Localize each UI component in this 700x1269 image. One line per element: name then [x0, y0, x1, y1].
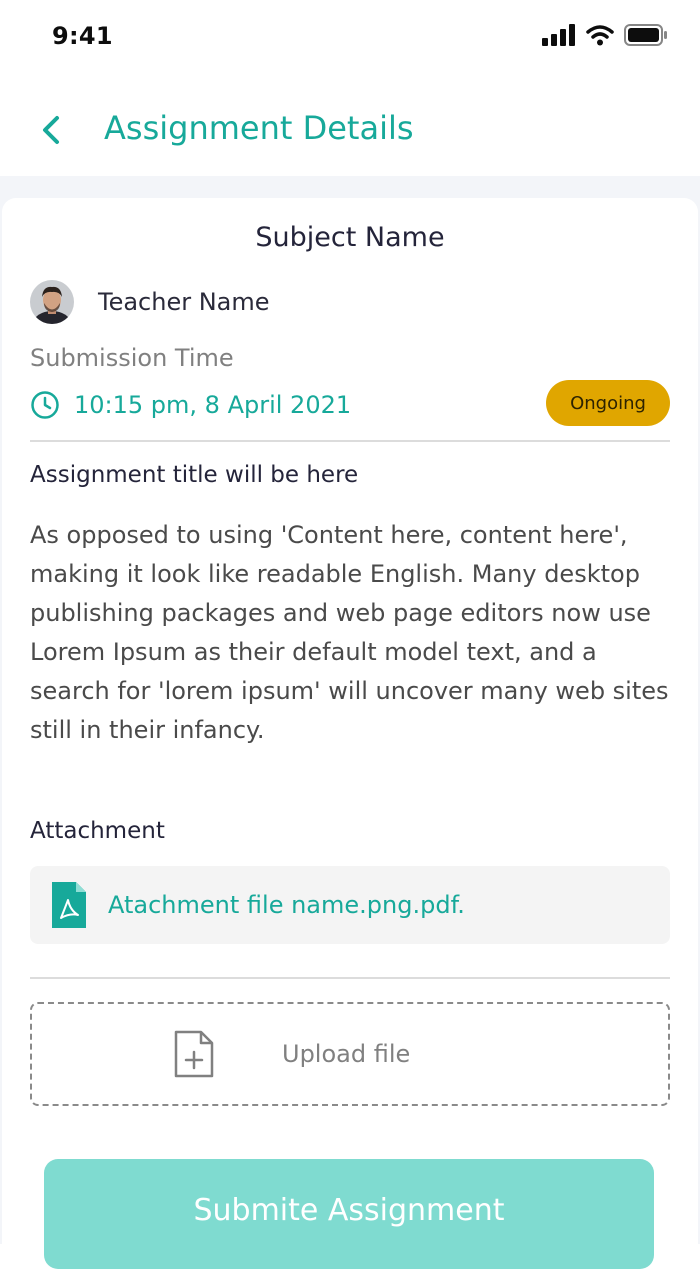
submit-assignment-button[interactable]: Submite Assignment: [44, 1159, 654, 1269]
submission-time-label: Submission Time: [30, 344, 234, 372]
status-time: 9:41: [52, 22, 113, 50]
teacher-name: Teacher Name: [98, 288, 270, 316]
chevron-left-icon: [43, 116, 59, 144]
attachment-file[interactable]: Atachment file name.png.pdf.: [30, 866, 670, 944]
app-header: Assignment Details: [0, 74, 700, 176]
subject-name: Subject Name: [255, 222, 445, 253]
submission-time-value: 10:15 pm, 8 April 2021: [74, 391, 352, 419]
attachment-label: Attachment: [30, 818, 165, 844]
add-file-icon: [174, 1030, 214, 1078]
submission-time-row: 10:15 pm, 8 April 2021: [30, 390, 351, 420]
page-title: Assignment Details: [104, 109, 414, 147]
assignment-description: As opposed to using 'Content here, conte…: [30, 521, 669, 744]
status-bar: 9:41: [0, 0, 700, 74]
status-badge: Ongoing: [546, 380, 670, 426]
attachment-file-name: Atachment file name.png.pdf.: [108, 891, 465, 919]
assignment-title: Assignment title will be here: [30, 462, 359, 488]
status-icons: [542, 24, 668, 46]
back-button[interactable]: [30, 108, 74, 152]
upload-file-label: Upload file: [282, 1040, 411, 1068]
avatar: [30, 280, 74, 324]
clock-icon: [31, 391, 59, 419]
divider: [30, 440, 670, 442]
battery-icon: [624, 24, 667, 46]
upload-file-area[interactable]: Upload file: [30, 1002, 670, 1106]
teacher-row: Teacher Name: [30, 280, 270, 324]
wifi-icon: [586, 25, 614, 46]
divider: [30, 977, 670, 979]
assignment-card: Subject Name Teacher Name Submission Tim…: [2, 198, 698, 1258]
cellular-signal-icon: [542, 24, 575, 46]
pdf-file-icon: [52, 882, 86, 928]
